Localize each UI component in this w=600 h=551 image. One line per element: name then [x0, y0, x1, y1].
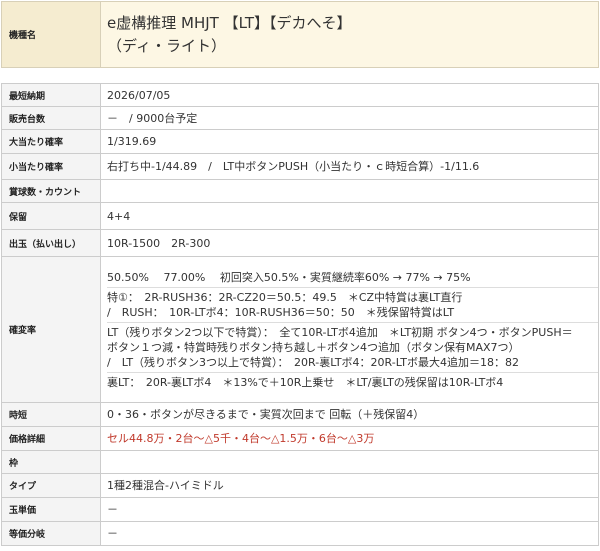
- payout-label: 出玉（払い出し）: [1, 229, 101, 257]
- rates-lt-line3: / LT（残りボタン3つ以上で特賞）： 20R-裏LTボ4：20R-LTボ最大4…: [107, 355, 520, 369]
- table-row: タイプ 1種2種混合-ハイミドル: [1, 473, 599, 498]
- units-label: 販売台数: [1, 106, 101, 130]
- table-row: 最短納期 2026/07/05: [1, 83, 599, 107]
- small-prob-label: 小当たり確率: [1, 153, 101, 180]
- table-row: 保留 4+4: [1, 202, 599, 230]
- count-value: [100, 179, 599, 203]
- table-row: 確変率 50.50% 77.00% 初回突入50.5%・実質継続率60% → 7…: [1, 256, 599, 403]
- ball-price-label: 玉単価: [1, 497, 101, 522]
- type-value: 1種2種混合-ハイミドル: [100, 473, 599, 498]
- rates-ura-lt: 裏LT： 20R-裏LTボ4 ＊13%で＋10R上乗せ ＊LT/裏LTの残保留は…: [107, 375, 504, 389]
- hold-label: 保留: [1, 202, 101, 230]
- rates-lt-line1: LT（残りボタン2つ以下で特賞）： 全て10R-LTボ4追加 ＊LT初期 ボタン…: [107, 325, 573, 339]
- machine-name-label: 機種名: [1, 1, 101, 68]
- units-value: － / 9000台予定: [100, 106, 599, 130]
- type-label: タイプ: [1, 473, 101, 498]
- payout-value: 10R-1500 2R-300: [100, 229, 599, 257]
- table-row: 大当たり確率 1/319.69: [1, 129, 599, 154]
- small-prob-value: 右打ち中-1/44.89 / LT中ボタンPUSH（小当たり・ｃ時短合算）-1/…: [100, 153, 599, 180]
- ball-price-value: －: [100, 497, 599, 522]
- machine-maker: （ディ・ライト）: [107, 36, 226, 55]
- table-row: 小当たり確率 右打ち中-1/44.89 / LT中ボタンPUSH（小当たり・ｃ時…: [1, 153, 599, 180]
- spec-table: 最短納期 2026/07/05 販売台数 － / 9000台予定 大当たり確率 …: [1, 83, 599, 546]
- table-row: 等価分岐 －: [1, 521, 599, 546]
- release-label: 最短納期: [1, 83, 101, 107]
- machine-name-table: 機種名 e虚構推理 MHJT 【LT】【デカへそ】 （ディ・ライト）: [1, 1, 599, 68]
- frame-value: [100, 450, 599, 474]
- rates-special-1-line2: / RUSH： 10R-LTボ4：10R-RUSH36＝50：50 ＊残保留特賞…: [107, 305, 455, 319]
- equiv-value: －: [100, 521, 599, 546]
- release-value: 2026/07/05: [100, 83, 599, 107]
- table-row: 玉単価 －: [1, 497, 599, 522]
- rates-special-1: 特①： 2R-RUSH36：2R-CZ20＝50.5：49.5 ＊CZ中特賞は裏…: [107, 288, 598, 323]
- rates-lt-line2: ボタン１つ減・特賞時残りボタン持ち越し＋ボタン4つ追加（ボタン保有MAX7つ）: [107, 340, 520, 354]
- table-row: 時短 0・36・ボタンが尽きるまで・実質次回まで 回転（＋残保留4）: [1, 402, 599, 427]
- table-row: 販売台数 － / 9000台予定: [1, 106, 599, 130]
- price-label: 価格詳細: [1, 426, 101, 451]
- price-value: セル44.8万・2台～△5千・4台～△1.5万・6台～△3万: [100, 426, 599, 451]
- big-prob-value: 1/319.69: [100, 129, 599, 154]
- rates-lt: LT（残りボタン2つ以下で特賞）： 全て10R-LTボ4追加 ＊LT初期 ボタン…: [107, 323, 598, 373]
- table-row: 賞球数・カウント: [1, 179, 599, 203]
- big-prob-label: 大当たり確率: [1, 129, 101, 154]
- machine-title-line1: e虚構推理 MHJT 【LT】【デカへそ】: [107, 13, 352, 32]
- rates-value: 50.50% 77.00% 初回突入50.5%・実質継続率60% → 77% →…: [100, 256, 599, 403]
- rates-label: 確変率: [1, 256, 101, 403]
- table-row: 価格詳細 セル44.8万・2台～△5千・4台～△1.5万・6台～△3万: [1, 426, 599, 451]
- hold-value: 4+4: [100, 202, 599, 230]
- rates-summary: 50.50% 77.00% 初回突入50.5%・実質継続率60% → 77% →…: [107, 268, 598, 288]
- table-row: 枠: [1, 450, 599, 474]
- frame-label: 枠: [1, 450, 101, 474]
- jitan-label: 時短: [1, 402, 101, 427]
- jitan-value: 0・36・ボタンが尽きるまで・実質次回まで 回転（＋残保留4）: [100, 402, 599, 427]
- equiv-label: 等価分岐: [1, 521, 101, 546]
- machine-title: e虚構推理 MHJT 【LT】【デカへそ】 （ディ・ライト）: [100, 1, 599, 68]
- rates-special-1-line1: 特①： 2R-RUSH36：2R-CZ20＝50.5：49.5 ＊CZ中特賞は裏…: [107, 290, 463, 304]
- count-label: 賞球数・カウント: [1, 179, 101, 203]
- table-row: 出玉（払い出し） 10R-1500 2R-300: [1, 229, 599, 257]
